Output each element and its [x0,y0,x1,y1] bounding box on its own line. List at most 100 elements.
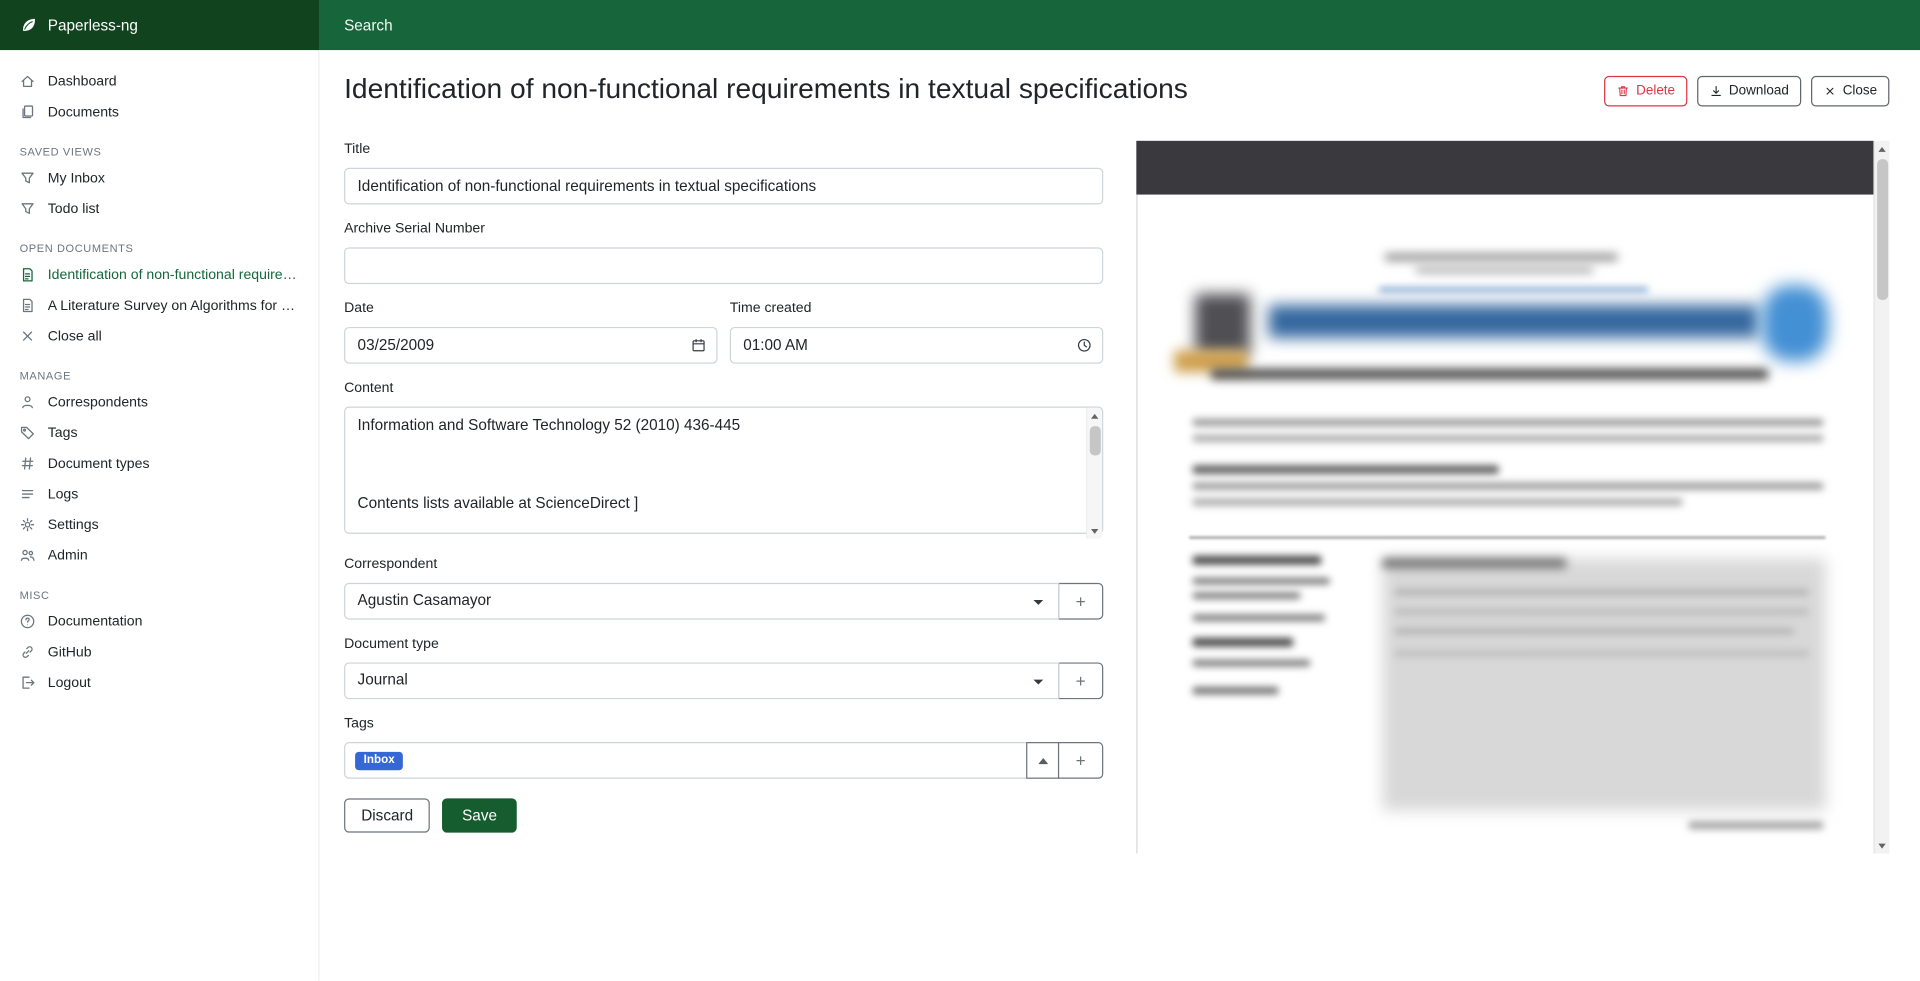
app-brand[interactable]: Paperless-ng [0,0,320,50]
download-button[interactable]: Download [1697,76,1801,107]
search-input[interactable] [344,17,1895,34]
title-input[interactable] [344,168,1103,205]
blurred-logo [1195,294,1250,355]
sidebar-item-label: Admin [48,548,88,563]
document-type-select[interactable]: Journal [344,663,1059,700]
tag-badge-inbox[interactable]: Inbox [355,751,403,770]
blurred-content [1395,629,1794,635]
blurred-content [1395,609,1809,615]
scroll-thumb[interactable] [1089,427,1100,456]
scroll-up-icon[interactable] [1878,147,1885,152]
blurred-content [1689,822,1824,829]
file-text-icon [20,267,36,283]
blurred-content [1193,435,1824,442]
funnel-icon [20,201,36,217]
sidebar-item-open-document-2[interactable]: A Literature Survey on Algorithms for Mu… [0,290,318,321]
sidebar-item-label: Tags [48,426,78,441]
sidebar-item-label: Identification of non-functional require… [48,268,299,283]
main-content: Identification of non-functional require… [320,50,1920,981]
document-edit-form: Title Archive Serial Number Date [344,141,1103,833]
sidebar-item-documentation[interactable]: Documentation [0,606,318,637]
sidebar-section-title: SAVED VIEWS [0,127,318,163]
tags-dropdown-toggle-button[interactable] [1026,743,1059,780]
blurred-content [1416,267,1594,273]
blurred-logo [1762,286,1828,362]
blurred-content [1193,660,1311,666]
sidebar-item-label: My Inbox [48,171,105,186]
file-text-icon [20,298,36,314]
sidebar-item-github[interactable]: GitHub [0,637,318,668]
add-tag-button[interactable]: + [1058,743,1103,780]
sidebar-item-label: Documents [48,105,119,120]
sidebar-section-title: MANAGE [0,351,318,387]
scroll-down-icon[interactable] [1091,529,1098,534]
download-label: Download [1729,82,1789,101]
sidebar-item-correspondents[interactable]: Correspondents [0,387,318,418]
sidebar-item-label: Document types [48,456,150,471]
pdf-toolbar[interactable] [1136,141,1873,195]
sidebar-item-document-types[interactable]: Document types [0,448,318,479]
blurred-content [1193,593,1301,599]
blurred-content [1395,589,1809,595]
sidebar-item-label: Logout [48,675,91,690]
tags-input[interactable]: Inbox [344,743,1027,780]
add-correspondent-button[interactable]: + [1058,583,1103,620]
download-icon [1709,85,1722,98]
scroll-thumb[interactable] [1877,160,1888,301]
date-input[interactable] [344,327,717,364]
clock-icon[interactable] [1076,338,1092,354]
sidebar-item-label: Logs [48,487,79,502]
sidebar-item-open-document-1[interactable]: Identification of non-functional require… [0,260,318,291]
sidebar-item-dashboard[interactable]: Dashboard [0,66,318,97]
sidebar-item-admin[interactable]: Admin [0,540,318,571]
app-window: Paperless-ng Dashboard Documents SAVED V… [0,0,1920,981]
save-button[interactable]: Save [443,799,517,833]
blurred-content [1193,615,1325,621]
close-label: Close [1843,82,1877,101]
funnel-icon [20,170,36,186]
sidebar-item-label: Close all [48,329,102,344]
pdf-page [1136,195,1873,854]
blurred-content [1193,638,1293,647]
sidebar-item-tags[interactable]: Tags [0,418,318,449]
blurred-content [1385,254,1618,261]
correspondent-select[interactable]: Agustin Casamayor [344,583,1059,620]
blurred-content [1395,651,1809,657]
people-icon [20,547,36,563]
link-icon [20,644,36,660]
delete-button[interactable]: Delete [1604,76,1687,107]
sidebar-item-documents[interactable]: Documents [0,97,318,128]
scroll-down-icon[interactable] [1878,844,1885,849]
blurred-content [1382,559,1566,569]
scroll-up-icon[interactable] [1091,414,1098,419]
sidebar-item-todo-list[interactable]: Todo list [0,193,318,224]
discard-button[interactable]: Discard [344,799,430,833]
asn-input[interactable] [344,248,1103,285]
house-icon [20,73,36,89]
preview-scrollbar[interactable] [1873,141,1889,854]
calendar-icon[interactable] [691,338,707,354]
close-icon [1823,85,1836,98]
blurred-content [1193,466,1499,475]
content-scrollbar[interactable] [1086,408,1102,539]
content-textarea[interactable]: Information and Software Technology 52 (… [344,407,1103,534]
plus-icon: + [1076,671,1086,691]
close-button[interactable]: Close [1811,76,1890,107]
caret-up-icon [1038,758,1048,764]
time-label: Time created [730,300,1103,317]
sidebar-item-settings[interactable]: Settings [0,509,318,540]
plus-icon: + [1076,592,1086,612]
add-document-type-button[interactable]: + [1058,663,1103,700]
sidebar-item-my-inbox[interactable]: My Inbox [0,163,318,194]
sidebar-item-close-all[interactable]: Close all [0,321,318,352]
blurred-content [1193,499,1683,506]
brand-name: Paperless-ng [48,17,138,34]
time-input[interactable] [730,327,1103,364]
sidebar-item-logs[interactable]: Logs [0,479,318,510]
sidebar-item-logout[interactable]: Logout [0,667,318,698]
page-title: Identification of non-functional require… [344,71,1188,105]
top-navbar: Paperless-ng [0,0,1920,50]
correspondent-label: Correspondent [344,556,1103,573]
person-icon [20,394,36,410]
list-icon [20,486,36,502]
